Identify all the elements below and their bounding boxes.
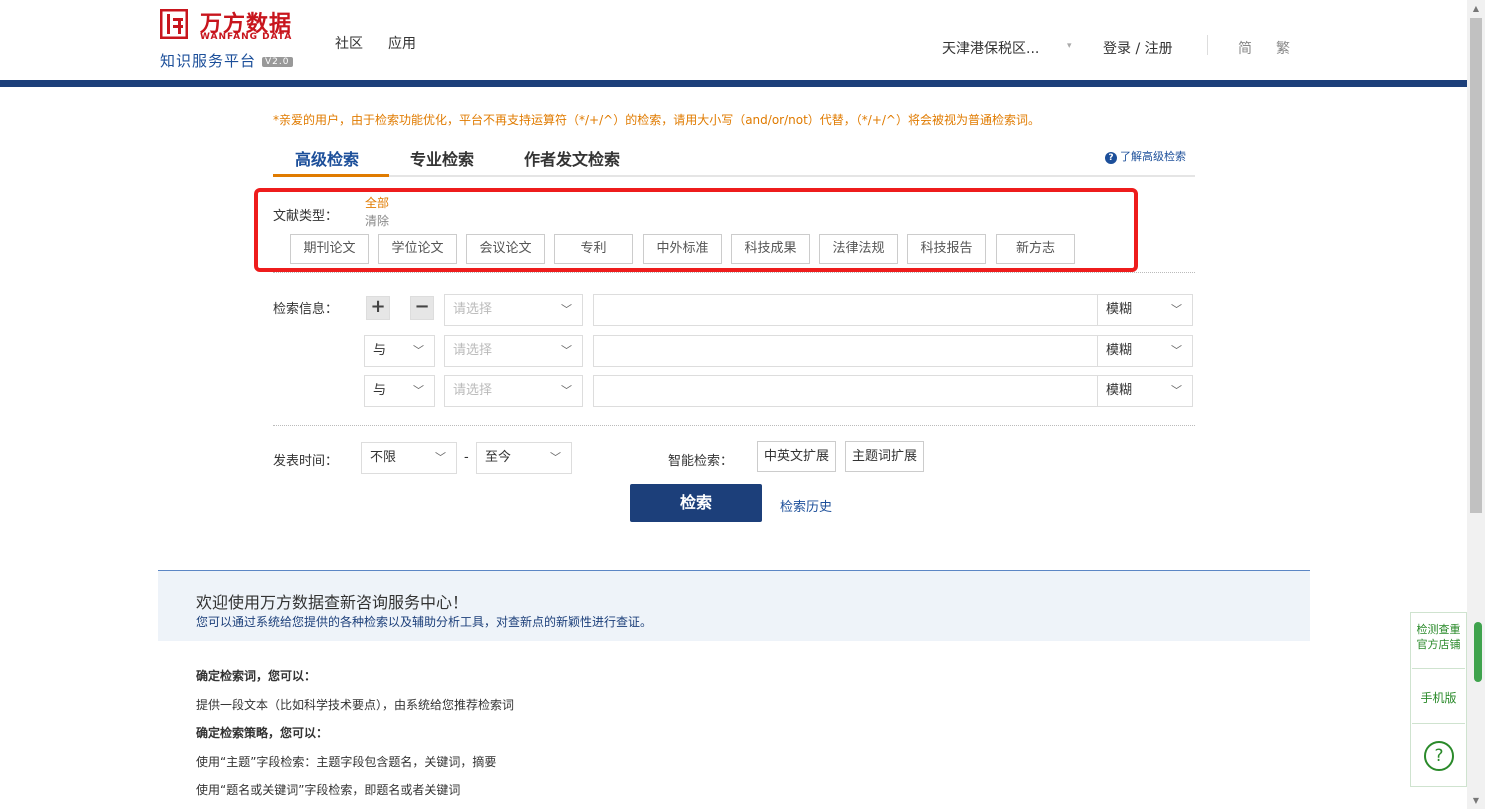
- help-line: 提供一段文本（比如科学技术要点），由系统给您推荐检索词: [196, 698, 515, 712]
- subject-expand-button[interactable]: 主题词扩展: [845, 441, 924, 472]
- learn-advanced-search-link[interactable]: ? 了解高级检索: [1105, 148, 1186, 164]
- login-register-link[interactable]: 登录 / 注册: [1103, 38, 1173, 58]
- doc-type-patent[interactable]: 专利: [554, 234, 633, 264]
- search-history-link[interactable]: 检索历史: [780, 496, 832, 515]
- match-select-3[interactable]: 模糊 ﹀: [1097, 375, 1193, 407]
- field-select-1-value: 请选择: [453, 302, 493, 317]
- field-select-2-value: 请选择: [453, 343, 493, 358]
- welcome-title: 欢迎使用万方数据查新咨询服务中心！: [196, 593, 469, 612]
- official-store-link[interactable]: 检测查重官方店铺: [1410, 622, 1467, 652]
- doc-type-local-chronicle[interactable]: 新方志: [996, 234, 1075, 264]
- field-select-1[interactable]: 请选择 ﹀: [444, 294, 583, 326]
- doc-type-conference[interactable]: 会议论文: [466, 234, 545, 264]
- question-icon: ?: [1105, 152, 1117, 164]
- chevron-down-icon: ﹀: [1171, 303, 1182, 316]
- notice-text: *亲爱的用户，由于检索功能优化，平台不再支持运算符（*/+/^）的检索，请用大小…: [273, 113, 1040, 127]
- doc-type-label: 文献类型：: [273, 209, 339, 224]
- add-row-button[interactable]: +: [366, 296, 390, 320]
- field-select-2[interactable]: 请选择 ﹀: [444, 335, 583, 367]
- search-button[interactable]: 检索: [630, 484, 762, 522]
- search-info-label: 检索信息：: [273, 302, 339, 317]
- side-divider: [1412, 668, 1465, 669]
- location-selector[interactable]: 天津港保税区...: [942, 38, 1039, 58]
- tab-author-search[interactable]: 作者发文检索: [524, 146, 620, 170]
- side-scroll-indicator: [1474, 622, 1482, 682]
- date-to-value: 至今: [485, 450, 512, 465]
- chevron-down-icon: ﹀: [1171, 344, 1182, 357]
- mobile-version-link[interactable]: 手机版: [1410, 689, 1467, 706]
- chevron-down-icon: ﹀: [413, 384, 424, 397]
- remove-row-button[interactable]: −: [410, 296, 434, 320]
- chevron-down-icon: ﹀: [561, 303, 572, 316]
- cn-en-expand-button[interactable]: 中英文扩展: [757, 441, 836, 472]
- scroll-down-arrow-icon[interactable]: ▼: [1467, 792, 1485, 809]
- date-to-select[interactable]: 至今 ﹀: [476, 442, 572, 474]
- doc-type-all[interactable]: 全部: [365, 194, 389, 211]
- logo-subtitle-text: 知识服务平台: [160, 52, 257, 70]
- nav-apps[interactable]: 应用: [388, 33, 416, 53]
- learn-advanced-search-text: 了解高级检索: [1120, 150, 1186, 163]
- help-line: 使用“主题”字段检索：主题字段包含题名，关键词，摘要: [196, 755, 497, 769]
- chevron-down-icon: ﹀: [561, 344, 572, 357]
- field-select-3[interactable]: 请选择 ﹀: [444, 375, 583, 407]
- doc-type-standard[interactable]: 中外标准: [643, 234, 722, 264]
- match-select-3-value: 模糊: [1106, 383, 1133, 398]
- help-line: 使用“题名或关键词”字段检索，即题名或者关键词: [196, 783, 461, 797]
- field-select-3-value: 请选择: [453, 383, 493, 398]
- tab-advanced-search[interactable]: 高级检索: [295, 146, 359, 170]
- lang-simplified[interactable]: 简: [1238, 38, 1252, 58]
- logic-select-3-value: 与: [373, 383, 387, 398]
- match-select-1-value: 模糊: [1106, 302, 1133, 317]
- tabs-baseline: [273, 175, 1195, 177]
- active-tab-indicator: [273, 174, 389, 177]
- logic-select-2[interactable]: 与 ﹀: [364, 335, 435, 367]
- search-term-input-2[interactable]: [593, 335, 1098, 367]
- section-divider: [273, 272, 1195, 273]
- doc-type-clear[interactable]: 清除: [365, 212, 389, 229]
- nav-community[interactable]: 社区: [335, 33, 363, 53]
- doc-type-law[interactable]: 法律法规: [819, 234, 898, 264]
- lang-traditional[interactable]: 繁: [1276, 38, 1290, 58]
- welcome-subtitle: 您可以通过系统给您提供的各种检索以及辅助分析工具，对查新点的新颖性进行查证。: [196, 615, 653, 629]
- logo-english: WANFANG DATA: [200, 32, 293, 42]
- tab-professional-search[interactable]: 专业检索: [410, 146, 474, 170]
- location-dropdown-icon[interactable]: ▾: [1067, 41, 1072, 51]
- chevron-down-icon: ﹀: [1171, 384, 1182, 397]
- help-line: 确定检索策略，您可以：: [196, 726, 329, 740]
- logo-subtitle: 知识服务平台 V2.0: [160, 50, 293, 71]
- header-separator: [1207, 35, 1208, 55]
- logic-select-3[interactable]: 与 ﹀: [364, 375, 435, 407]
- header-divider: [0, 80, 1467, 87]
- search-term-input-3[interactable]: [593, 375, 1098, 407]
- search-term-input-1[interactable]: [593, 294, 1098, 326]
- chevron-down-icon: ﹀: [550, 451, 561, 464]
- match-select-1[interactable]: 模糊 ﹀: [1097, 294, 1193, 326]
- publish-date-label: 发表时间：: [273, 454, 339, 469]
- wanfang-logo-icon[interactable]: [160, 9, 188, 39]
- section-divider: [273, 425, 1195, 426]
- side-divider: [1412, 723, 1465, 724]
- date-from-value: 不限: [370, 450, 397, 465]
- doc-type-thesis[interactable]: 学位论文: [378, 234, 457, 264]
- logic-select-2-value: 与: [373, 343, 387, 358]
- match-select-2[interactable]: 模糊 ﹀: [1097, 335, 1193, 367]
- doc-type-report[interactable]: 科技报告: [907, 234, 986, 264]
- doc-type-journal[interactable]: 期刊论文: [290, 234, 369, 264]
- match-select-2-value: 模糊: [1106, 343, 1133, 358]
- chevron-down-icon: ﹀: [413, 344, 424, 357]
- chevron-down-icon: ﹀: [561, 384, 572, 397]
- date-from-select[interactable]: 不限 ﹀: [361, 442, 457, 474]
- version-badge: V2.0: [262, 56, 293, 67]
- chevron-down-icon: ﹀: [435, 451, 446, 464]
- scroll-up-arrow-icon[interactable]: ▲: [1467, 0, 1485, 17]
- scrollbar-thumb[interactable]: [1470, 18, 1482, 513]
- date-dash: -: [464, 450, 469, 465]
- doc-type-achievement[interactable]: 科技成果: [731, 234, 810, 264]
- help-icon[interactable]: ?: [1424, 741, 1454, 771]
- help-line: 确定检索词，您可以：: [196, 669, 317, 683]
- smart-search-label: 智能检索：: [668, 454, 734, 469]
